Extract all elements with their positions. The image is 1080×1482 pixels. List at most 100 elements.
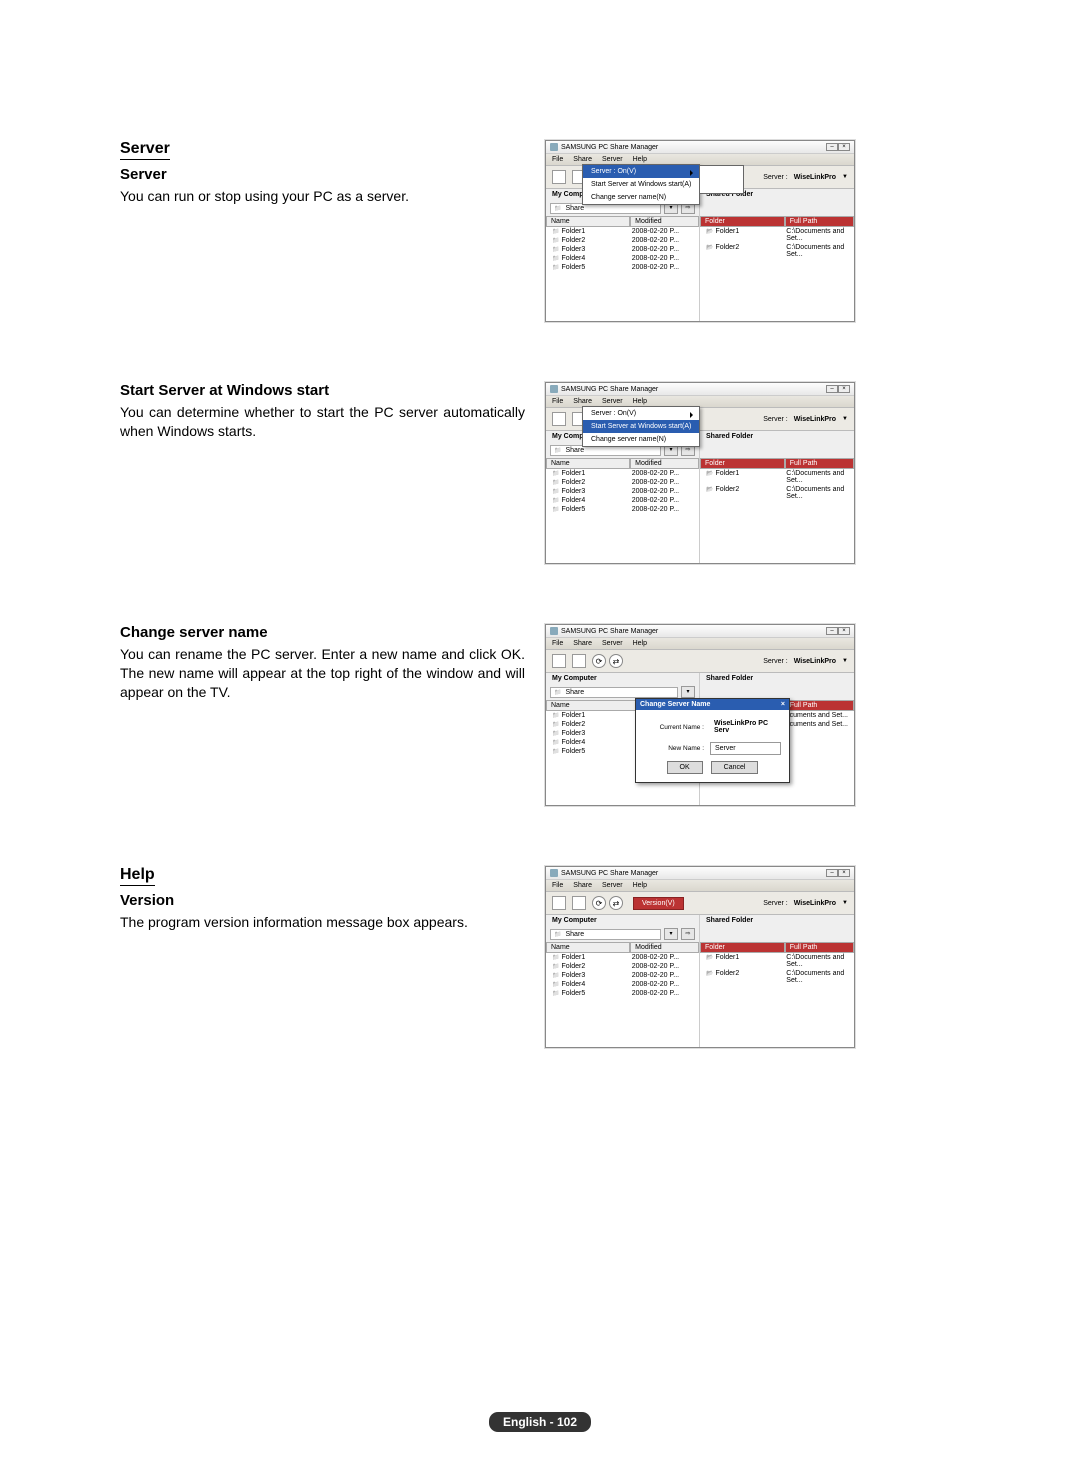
new-name-input[interactable]: Server [710,742,781,755]
toolbar-icon-1[interactable] [552,654,566,668]
col-fullpath[interactable]: Full Path [785,942,854,953]
folder-list[interactable]: Folder12008-02-20 P... Folder22008-02-20… [546,953,699,1047]
window-controls[interactable]: –× [826,385,850,393]
menu-file[interactable]: File [552,398,563,405]
server-menu-server-on[interactable]: Server : On(V) [583,407,699,420]
toolbar-icon-1[interactable] [552,412,566,426]
refresh-icon[interactable]: ⟳ [592,654,606,668]
col-name[interactable]: Name [546,458,630,469]
server-submenu[interactable]: On(Y) Off(N) [699,165,743,194]
server-menu-rename[interactable]: Change server name(N) [583,191,699,204]
menu-server[interactable]: Server [602,398,623,405]
toolbar-icon-1[interactable] [552,170,566,184]
menu-help[interactable]: Help [633,882,647,889]
menu-file[interactable]: File [552,156,563,163]
menu-server[interactable]: Server [602,156,623,163]
my-computer-header: My Computer [546,673,699,684]
toolbar-icon-2[interactable] [572,896,586,910]
breadcrumb[interactable]: Share [550,687,678,698]
menu-help[interactable]: Help [633,640,647,647]
refresh-icon[interactable]: ⟳ [592,896,606,910]
server-name: WiseLinkPro [794,658,836,665]
close-icon[interactable]: × [838,869,850,877]
server-label: Server : [763,416,788,423]
version-subheading: Version [120,892,525,909]
menu-share[interactable]: Share [573,156,592,163]
screenshot-server-menu: SAMSUNG PC Share Manager –× File Share S… [545,140,855,322]
col-fullpath[interactable]: Full Path [785,700,854,711]
col-fullpath[interactable]: Full Path [785,216,854,227]
breadcrumb[interactable]: Share [550,929,661,940]
minimize-icon[interactable]: – [826,869,838,877]
shared-list[interactable]: Folder1C:\Documents and Set... Folder2C:… [700,227,854,321]
col-folder[interactable]: Folder [700,458,785,469]
window-title: SAMSUNG PC Share Manager [561,386,658,393]
server-menu-startws[interactable]: Start Server at Windows start(A) [583,420,699,433]
server-menu-server-on[interactable]: Server : On(V) On(Y) Off(N) [583,165,699,178]
page-footer: English - 102 [489,1412,591,1432]
server-sub-on[interactable]: On(Y) [700,166,742,180]
server-menu-startws[interactable]: Start Server at Windows start(A) [583,178,699,191]
current-name-label: Current Name : [644,724,704,731]
menu-file[interactable]: File [552,640,563,647]
shared-list[interactable]: Folder1C:\Documents and Set... Folder2C:… [700,953,854,1047]
folder-list[interactable]: Folder12008-02-20 P... Folder22008-02-20… [546,227,699,321]
app-icon [550,385,558,393]
app-icon [550,143,558,151]
go-button[interactable]: ⇨ [681,928,695,940]
col-fullpath[interactable]: Full Path [785,458,854,469]
window-controls[interactable]: –× [826,143,850,151]
share-icon[interactable]: ⇄ [609,654,623,668]
rename-desc: You can rename the PC server. Enter a ne… [120,645,525,702]
toolbar-icon-2[interactable] [572,654,586,668]
window-controls[interactable]: –× [826,627,850,635]
col-folder[interactable]: Folder [700,216,785,227]
menu-help[interactable]: Help [633,398,647,405]
folder-list[interactable]: Folder12008-02-20 P... Folder22008-02-20… [546,469,699,563]
current-name-value: WiseLinkPro PC Serv [710,718,781,736]
server-name: WiseLinkPro [794,900,836,907]
server-dropdown[interactable]: Server : On(V) Start Server at Windows s… [582,406,700,447]
toolbar-icon-1[interactable] [552,896,566,910]
menu-help[interactable]: Help [633,156,647,163]
col-modified[interactable]: Modified [630,458,699,469]
my-computer-header: My Computer [546,915,699,926]
menu-server[interactable]: Server [602,882,623,889]
menu-file[interactable]: File [552,882,563,889]
minimize-icon[interactable]: – [826,385,838,393]
close-icon[interactable]: × [838,143,850,151]
server-dropdown[interactable]: Server : On(V) On(Y) Off(N) Start Server… [582,164,700,205]
server-menu-rename[interactable]: Change server name(N) [583,433,699,446]
ok-button[interactable]: OK [667,761,703,774]
dialog-title: Change Server Name [640,701,710,708]
minimize-icon[interactable]: – [826,627,838,635]
col-modified[interactable]: Modified [630,216,699,227]
server-sub-off[interactable]: Off(N) [700,180,742,193]
dropdown-button[interactable]: ▾ [681,686,695,698]
dropdown-button[interactable]: ▾ [664,928,678,940]
col-name[interactable]: Name [546,942,630,953]
menu-server[interactable]: Server [602,640,623,647]
change-server-name-dialog[interactable]: Change Server Name × Current Name : WiseL… [635,698,790,783]
dialog-close-icon[interactable]: × [781,701,785,708]
close-icon[interactable]: × [838,627,850,635]
shared-list[interactable]: Folder1C:\Documents and Set... Folder2C:… [700,469,854,563]
new-name-label: New Name : [644,745,704,752]
menu-share[interactable]: Share [573,640,592,647]
server-heading: Server [120,140,170,160]
menu-share[interactable]: Share [573,398,592,405]
col-modified[interactable]: Modified [630,942,699,953]
screenshot-version: SAMSUNG PC Share Manager –× File Share S… [545,866,855,1048]
cancel-button[interactable]: Cancel [711,761,759,774]
server-subheading: Server [120,166,525,183]
menu-share[interactable]: Share [573,882,592,889]
close-icon[interactable]: × [838,385,850,393]
col-name[interactable]: Name [546,216,630,227]
shared-folder-header: Shared Folder [700,431,854,442]
server-label: Server : [763,658,788,665]
help-menu-version[interactable]: Version(V) [633,897,684,910]
window-controls[interactable]: –× [826,869,850,877]
share-icon[interactable]: ⇄ [609,896,623,910]
col-folder[interactable]: Folder [700,942,785,953]
minimize-icon[interactable]: – [826,143,838,151]
